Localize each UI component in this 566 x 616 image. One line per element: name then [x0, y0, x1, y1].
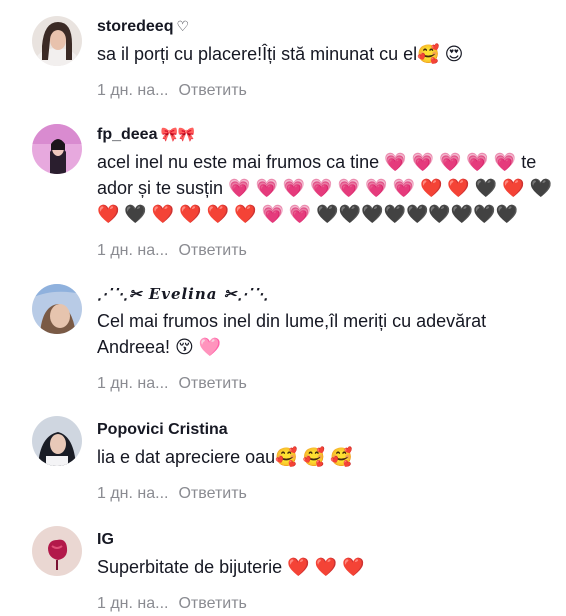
comment-time: 1 дн. на...: [97, 595, 169, 612]
comment-username[interactable]: Popovici Cristina: [97, 420, 558, 440]
avatar[interactable]: [32, 416, 82, 466]
comment-text: lia e dat apreciere oau🥰 🥰 🥰: [97, 447, 353, 467]
username-text: fp_deea: [97, 126, 158, 143]
comment-meta: 1 дн. на... Ответить: [97, 81, 558, 101]
reply-button[interactable]: Ответить: [178, 375, 246, 392]
avatar[interactable]: [32, 526, 82, 576]
comment-time: 1 дн. на...: [97, 82, 169, 99]
username-text: Popovici Cristina: [97, 421, 228, 438]
comment-meta: 1 дн. на... Ответить: [97, 484, 558, 504]
comment-username[interactable]: IG: [97, 530, 558, 550]
comment-username[interactable]: ⋰⋱✂ Evelina ✂⋰⋱: [97, 284, 558, 304]
username-text: ⋰⋱✂ Evelina ✂⋰⋱: [97, 285, 270, 303]
reply-button[interactable]: Ответить: [178, 485, 246, 502]
username-text: storedeeq: [97, 18, 174, 35]
avatar[interactable]: [32, 284, 82, 334]
comment-meta: 1 дн. на... Ответить: [97, 374, 558, 394]
username-suffix: ♡: [176, 18, 190, 34]
comment-time: 1 дн. на...: [97, 242, 169, 259]
comment-text: Superbitate de bijuterie ❤️ ❤️ ❤️: [97, 557, 365, 577]
comment-text: acel inel nu este mai frumos ca tine 💗 💗…: [97, 152, 553, 224]
comment-meta: 1 дн. на... Ответить: [97, 594, 558, 614]
reply-button[interactable]: Ответить: [178, 82, 246, 99]
avatar[interactable]: [32, 124, 82, 174]
avatar[interactable]: [32, 16, 82, 66]
comment-username[interactable]: storedeeq ♡: [97, 16, 558, 37]
comment-text: sa il porți cu placere!Îți stă minunat c…: [97, 44, 464, 64]
reply-button[interactable]: Ответить: [178, 242, 246, 259]
comment-username[interactable]: fp_deea 🎀🎀: [97, 124, 558, 145]
comment-meta: 1 дн. на... Ответить: [97, 241, 558, 261]
comment-time: 1 дн. на...: [97, 485, 169, 502]
comment-text: Cel mai frumos inel din lume,îl meriți c…: [97, 311, 487, 357]
username-text: IG: [97, 531, 114, 548]
username-suffix: 🎀🎀: [160, 126, 196, 142]
comment-time: 1 дн. на...: [97, 375, 169, 392]
reply-button[interactable]: Ответить: [178, 595, 246, 612]
